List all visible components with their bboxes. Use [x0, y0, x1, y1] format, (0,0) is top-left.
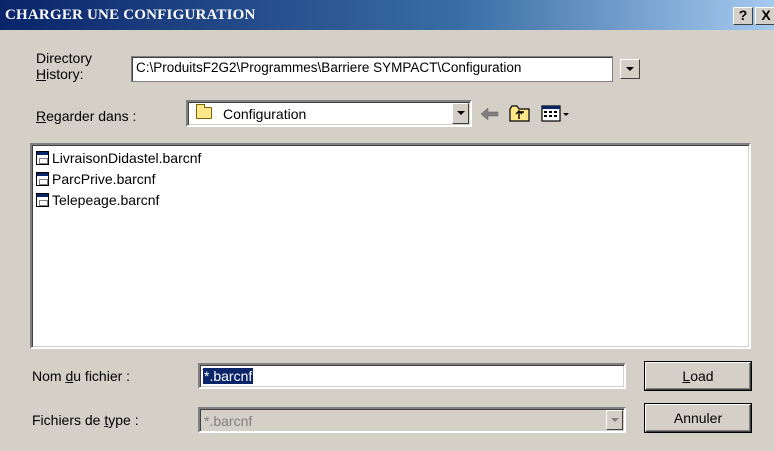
- view-menu-icon[interactable]: [541, 105, 571, 123]
- cancel-button[interactable]: Annuler: [645, 404, 751, 432]
- filename-label-post: u fichier :: [73, 368, 131, 384]
- filename-value: *.barcnf: [203, 368, 254, 384]
- load-button-rest: oad: [690, 368, 714, 384]
- help-button[interactable]: ?: [733, 7, 753, 25]
- list-item[interactable]: ParcPrive.barcnf: [36, 169, 155, 189]
- filename-input[interactable]: *.barcnf: [198, 363, 626, 389]
- file-list[interactable]: LivraisonDidastel.barcnf ParcPrive.barcn…: [30, 143, 751, 349]
- filetype-label-post: ype :: [108, 412, 139, 428]
- title-bar[interactable]: CHARGER UNE CONFIGURATION ? X: [0, 0, 774, 30]
- filetype-dropdown-button[interactable]: [606, 410, 623, 430]
- list-item[interactable]: Telepeage.barcnf: [36, 190, 159, 210]
- folder-icon: [196, 104, 212, 119]
- file-icon: [36, 193, 49, 207]
- close-button[interactable]: X: [755, 7, 774, 25]
- chevron-down-icon: [626, 67, 634, 71]
- history-label-line1: Directory: [36, 50, 93, 66]
- look-in-combo[interactable]: Configuration: [186, 100, 472, 127]
- file-icon: [36, 172, 49, 186]
- history-dropdown-button[interactable]: [620, 59, 640, 79]
- chevron-down-icon: [457, 111, 465, 115]
- filetype-combo[interactable]: *.barcnf: [198, 407, 626, 433]
- open-config-dialog: CHARGER UNE CONFIGURATION ? X Directory …: [0, 0, 774, 451]
- filename-label-pre: Nom: [32, 368, 66, 384]
- file-name: ParcPrive.barcnf: [52, 171, 156, 187]
- look-in-label-rest: egarder dans :: [46, 108, 137, 124]
- chevron-down-icon: [611, 418, 619, 422]
- dialog-title: CHARGER UNE CONFIGURATION: [5, 7, 256, 23]
- history-label-accel: H: [36, 66, 47, 82]
- filetype-value: *.barcnf: [204, 413, 253, 429]
- history-label-rest: istory:: [46, 66, 84, 82]
- look-in-dropdown-button[interactable]: [452, 103, 469, 124]
- history-label: Directory History:: [36, 50, 92, 82]
- file-name: LivraisonDidastel.barcnf: [52, 150, 202, 166]
- look-in-label: Regarder dans :: [36, 108, 136, 124]
- up-folder-icon[interactable]: [509, 103, 531, 123]
- filetype-label-pre: Fichiers de: [32, 412, 105, 428]
- filename-label: Nom du fichier :: [32, 368, 130, 384]
- filetype-label: Fichiers de type :: [32, 412, 139, 428]
- list-item[interactable]: LivraisonDidastel.barcnf: [36, 148, 201, 168]
- look-in-label-accel: R: [36, 108, 47, 124]
- back-arrow-icon[interactable]: [480, 107, 500, 121]
- history-combo[interactable]: C:\ProduitsF2G2\Programmes\Barriere SYMP…: [131, 56, 613, 82]
- file-icon: [36, 151, 49, 165]
- load-button[interactable]: Load: [645, 362, 751, 390]
- history-label-line2: History:: [36, 66, 92, 82]
- look-in-value: Configuration: [223, 106, 307, 122]
- file-name: Telepeage.barcnf: [52, 192, 160, 208]
- history-value: C:\ProduitsF2G2\Programmes\Barriere SYMP…: [136, 60, 522, 75]
